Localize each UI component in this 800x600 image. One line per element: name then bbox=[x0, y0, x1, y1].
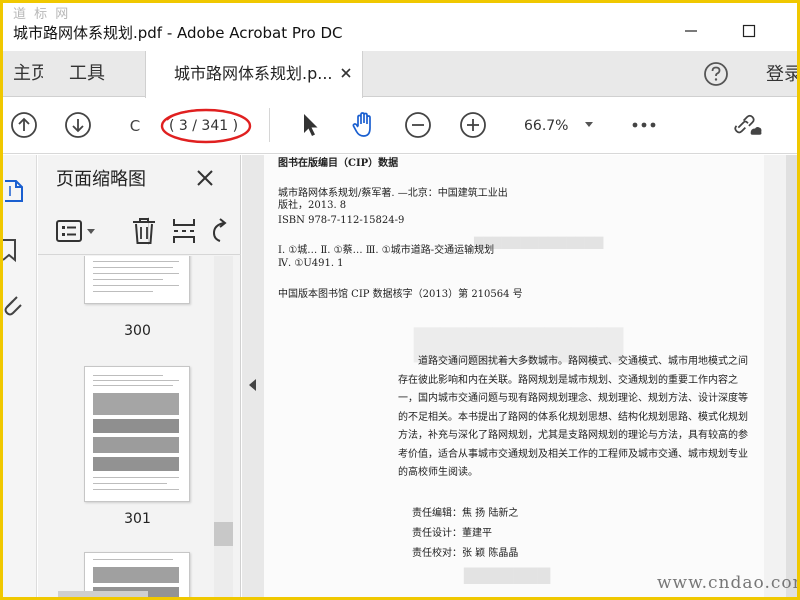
close-tab-icon[interactable] bbox=[338, 65, 354, 81]
thumbnail-scrollbar[interactable] bbox=[214, 256, 233, 597]
thumbnail-label: 300 bbox=[124, 323, 151, 339]
delete-page-button[interactable] bbox=[132, 217, 156, 245]
abstract-text: 道路交通问题困扰着大多数城市。路网模式、交通模式、城市用地模式之间存在彼此影响和… bbox=[398, 356, 748, 478]
attachment-icon[interactable] bbox=[3, 291, 25, 317]
share-link-button[interactable] bbox=[733, 110, 763, 140]
watermark-top: 道 标 网 bbox=[13, 7, 71, 22]
credit-role: 责任校对： bbox=[412, 548, 462, 559]
credit-names: 董建平 bbox=[462, 528, 492, 539]
credit-line: 责任编辑：焦 扬 陆新之 bbox=[412, 507, 518, 521]
previous-page-button[interactable] bbox=[9, 110, 39, 140]
help-icon[interactable] bbox=[703, 61, 729, 87]
close-icon[interactable] bbox=[196, 169, 214, 187]
minimize-icon bbox=[685, 30, 697, 32]
isbn: ISBN 978-7-112-15824-9 bbox=[278, 215, 405, 226]
share-link-icon bbox=[734, 114, 762, 135]
watermark-bottom: www.cndao.com bbox=[657, 573, 800, 593]
thumbnail-page-301[interactable] bbox=[84, 366, 190, 502]
credit-role: 责任编辑： bbox=[412, 508, 462, 519]
rotate-icon bbox=[212, 218, 227, 242]
panel-title: 页面缩略图 bbox=[56, 169, 146, 190]
maximize-icon bbox=[742, 24, 756, 38]
thumbnail-horizontal-scrollbar-thumb[interactable] bbox=[58, 591, 148, 597]
tab-home[interactable]: 主页 bbox=[3, 51, 43, 97]
document-view[interactable]: ▇▇▇▇▇▇▇▇ ▇▇▇▇▇▇▇▇▇▇▇▇▇▇ ▇▇▇▇▇▇▇ 图书在版编目（C… bbox=[264, 155, 797, 597]
zoom-out-icon bbox=[405, 112, 431, 138]
credit-line: 责任校对：张 颖 陈晶晶 bbox=[412, 547, 518, 561]
more-icon bbox=[632, 122, 656, 128]
abstract-paragraph: 道路交通问题困扰着大多数城市。路网模式、交通模式、城市用地模式之间存在彼此影响和… bbox=[398, 353, 750, 483]
zoom-dropdown-chevron-icon[interactable] bbox=[585, 122, 593, 127]
red-annotation-ellipse bbox=[160, 108, 252, 144]
arrow-down-circle-icon bbox=[65, 112, 91, 138]
zoom-in-button[interactable] bbox=[458, 110, 488, 140]
cip-line: 版社，2013. 8 bbox=[278, 200, 347, 211]
panel-collapse-strip[interactable] bbox=[242, 155, 264, 597]
options-icon bbox=[56, 220, 95, 242]
credit-names: 张 颖 陈晶晶 bbox=[462, 548, 519, 559]
delete-icon bbox=[133, 218, 155, 244]
credit-line: 责任设计：董建平 bbox=[412, 527, 492, 541]
minimize-button[interactable] bbox=[677, 17, 705, 45]
tab-document[interactable]: 城市路网体系规划.p... bbox=[145, 51, 363, 98]
thumbnail-toolbar bbox=[38, 205, 241, 255]
window-title: 城市路网体系规划.pdf - Adobe Acrobat Pro DC bbox=[13, 24, 343, 42]
document-scrollbar[interactable] bbox=[764, 155, 797, 597]
hand-tool-button[interactable] bbox=[349, 110, 379, 140]
zoom-out-button[interactable] bbox=[403, 110, 433, 140]
zoom-in-icon bbox=[460, 112, 486, 138]
zoom-level-input[interactable]: 66.7% bbox=[524, 112, 568, 140]
classification-line: Ⅳ. ①U491. 1 bbox=[278, 258, 344, 269]
classification-line: Ⅰ. ①城… Ⅱ. ①蔡… Ⅲ. ①城市道路-交通运输规划 bbox=[278, 245, 495, 256]
credit-names: 焦 扬 陆新之 bbox=[462, 508, 519, 519]
tab-bar: 主页 工具 城市路网体系规划.p... 登录 bbox=[3, 51, 797, 99]
next-page-button[interactable] bbox=[63, 110, 93, 140]
document-scrollbar-thumb[interactable] bbox=[786, 155, 797, 597]
left-icon-rail bbox=[3, 155, 37, 597]
bookmark-icon[interactable] bbox=[3, 237, 25, 263]
collapse-left-icon[interactable] bbox=[249, 379, 256, 391]
thumbnail-horizontal-scrollbar[interactable] bbox=[38, 589, 241, 597]
arrow-up-circle-icon bbox=[11, 112, 37, 138]
insert-page-button[interactable] bbox=[172, 217, 196, 245]
thumbnail-label: 301 bbox=[124, 511, 151, 527]
document-page: ▇▇▇▇▇▇▇▇ ▇▇▇▇▇▇▇▇▇▇▇▇▇▇ ▇▇▇▇▇▇▇ 图书在版编目（C… bbox=[264, 155, 764, 597]
rotate-page-button[interactable] bbox=[210, 217, 228, 245]
bleed-through-ghost: ▇▇▇▇▇▇▇ bbox=[464, 565, 551, 584]
maximize-button[interactable] bbox=[735, 17, 763, 45]
page-thumbnails-icon[interactable] bbox=[3, 177, 25, 203]
page-number-input[interactable]: C bbox=[121, 112, 149, 140]
thumbnail-scrollbar-thumb[interactable] bbox=[214, 522, 233, 546]
tab-document-label: 城市路网体系规划.p... bbox=[174, 64, 333, 83]
select-arrow-icon bbox=[304, 114, 318, 136]
tab-home-label: 主页 bbox=[13, 63, 43, 84]
title-bar: 道 标 网 城市路网体系规划.pdf - Adobe Acrobat Pro D… bbox=[3, 3, 797, 51]
toolbar: C ( 3 / 341 ) 66.7% bbox=[3, 98, 797, 154]
thumbnail-page-300[interactable] bbox=[84, 256, 190, 304]
thumbnail-panel: 页面缩略图 300 301 bbox=[38, 155, 241, 597]
thumbnail-list: 300 301 bbox=[38, 256, 241, 597]
thumbnail-options-button[interactable] bbox=[56, 217, 100, 245]
more-tools-button[interactable] bbox=[629, 110, 659, 140]
select-tool-button[interactable] bbox=[295, 110, 325, 140]
insert-page-icon bbox=[173, 219, 195, 243]
hand-icon bbox=[352, 112, 371, 137]
cip-record-number: 中国版本图书馆 CIP 数据核字（2013）第 210564 号 bbox=[278, 289, 523, 300]
cip-heading: 图书在版编目（CIP）数据 bbox=[278, 158, 399, 169]
login-link[interactable]: 登录 bbox=[766, 51, 797, 99]
tab-tools[interactable]: 工具 bbox=[69, 51, 105, 97]
toolbar-separator bbox=[269, 108, 270, 142]
acrobat-window: 道 标 网 城市路网体系规划.pdf - Adobe Acrobat Pro D… bbox=[0, 0, 800, 600]
credit-role: 责任设计： bbox=[412, 528, 462, 539]
